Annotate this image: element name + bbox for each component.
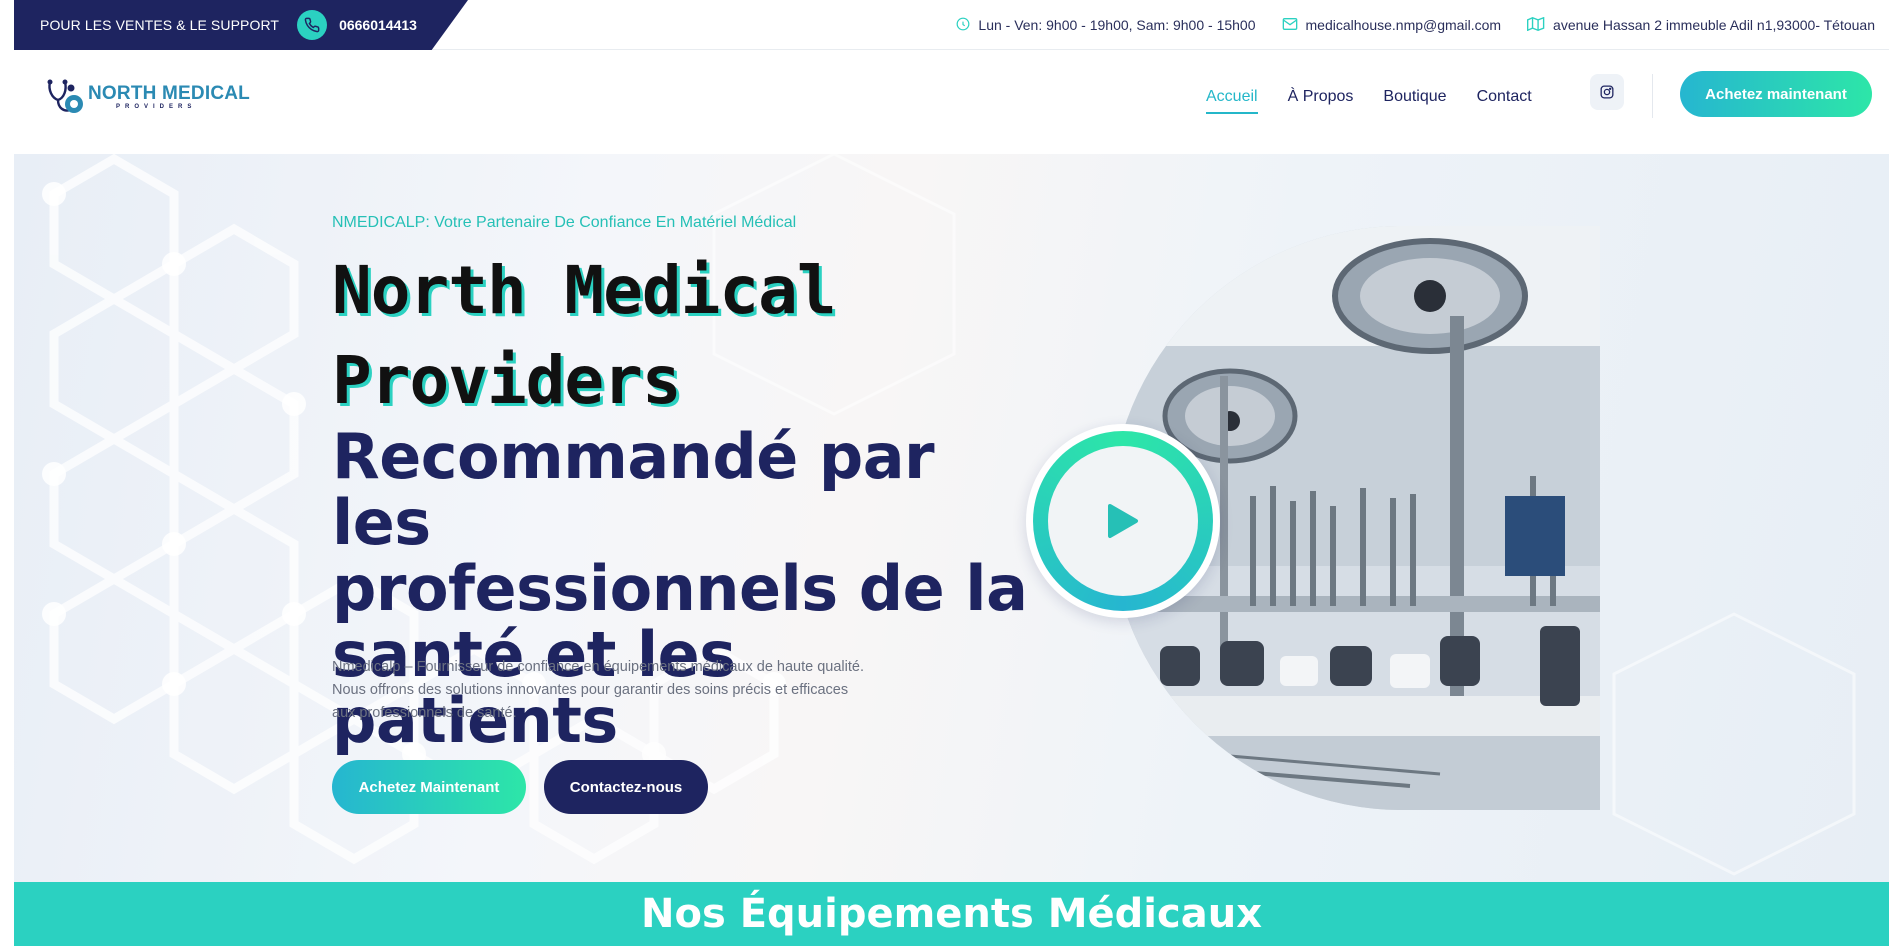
map-icon [1527, 16, 1545, 34]
main-header: NORTH MEDICAL PROVIDERS Accueil À Propos… [14, 50, 1889, 154]
logo-text: NORTH MEDICAL PROVIDERS [88, 82, 250, 111]
address-text: avenue Hassan 2 immeuble Adil n1,93000- … [1553, 17, 1875, 33]
site-logo[interactable]: NORTH MEDICAL PROVIDERS [46, 78, 250, 116]
logo-subtitle: PROVIDERS [116, 103, 197, 110]
support-label: POUR LES VENTES & LE SUPPORT [40, 17, 280, 33]
contact-us-button[interactable]: Contactez-nous [544, 760, 708, 814]
equipment-section-title: Nos Équipements Médicaux [641, 891, 1262, 937]
instagram-button[interactable] [1590, 74, 1624, 110]
video-play-button[interactable] [1026, 424, 1220, 618]
hero-description: Nmedicalp – Fournisseur de confiance en … [332, 656, 922, 725]
play-button-ring [1033, 431, 1213, 611]
contact-info: Lun - Ven: 9h00 - 19h00, Sam: 9h00 - 15h… [956, 0, 1875, 50]
hero-subtitle-line-2: professionnels de la [332, 552, 1028, 625]
hero-title: North Medical Providers [332, 246, 837, 426]
page: POUR LES VENTES & LE SUPPORT 0666014413 … [0, 0, 1903, 946]
menu-item-accueil[interactable]: Accueil [1206, 88, 1258, 114]
opening-hours-text: Lun - Ven: 9h00 - 19h00, Sam: 9h00 - 15h… [978, 17, 1256, 33]
play-button-inner [1048, 446, 1198, 596]
menu-item-a-propos[interactable]: À Propos [1288, 88, 1354, 114]
logo-title: NORTH MEDICAL [88, 82, 250, 104]
hero-eyebrow: NMEDICALP: Votre Partenaire De Confiance… [332, 214, 797, 231]
main-menu: Accueil À Propos Boutique Contact [1206, 88, 1532, 114]
phone-icon [297, 10, 328, 40]
header-divider [1652, 74, 1653, 118]
hero-description-line-1: Nmedicalp – Fournisseur de confiance en … [332, 659, 864, 675]
buy-now-button[interactable]: Achetez Maintenant [332, 760, 526, 814]
support-banner: POUR LES VENTES & LE SUPPORT 0666014413 [14, 0, 468, 50]
buy-now-header-button[interactable]: Achetez maintenant [1680, 71, 1872, 117]
hero-description-line-2: Nous offrons des solutions innovantes po… [332, 682, 849, 698]
opening-hours: Lun - Ven: 9h00 - 19h00, Sam: 9h00 - 15h… [956, 17, 1256, 34]
hero-subtitle-line-1: Recommandé par les [332, 420, 935, 559]
top-bar: POUR LES VENTES & LE SUPPORT 0666014413 … [14, 0, 1889, 50]
stethoscope-icon [47, 79, 83, 113]
instagram-icon [1600, 85, 1614, 99]
email-info[interactable]: medicalhouse.nmp@gmail.com [1282, 17, 1502, 34]
clock-icon [956, 17, 970, 34]
menu-item-boutique[interactable]: Boutique [1383, 88, 1446, 114]
support-phone-link[interactable]: 0666014413 [339, 17, 417, 33]
hero-section: NMEDICALP: Votre Partenaire De Confiance… [14, 154, 1889, 882]
mail-icon [1282, 17, 1298, 34]
menu-item-contact[interactable]: Contact [1477, 88, 1532, 114]
play-icon [1108, 504, 1138, 538]
equipment-section-banner: Nos Équipements Médicaux [14, 882, 1889, 946]
hero-description-line-3: aux professionnels de santé. [332, 705, 517, 721]
hero-title-line-2: Providers [332, 342, 682, 419]
address-info: avenue Hassan 2 immeuble Adil n1,93000- … [1527, 16, 1875, 34]
hero-title-line-1: North Medical [332, 252, 837, 329]
email-text[interactable]: medicalhouse.nmp@gmail.com [1306, 17, 1502, 33]
